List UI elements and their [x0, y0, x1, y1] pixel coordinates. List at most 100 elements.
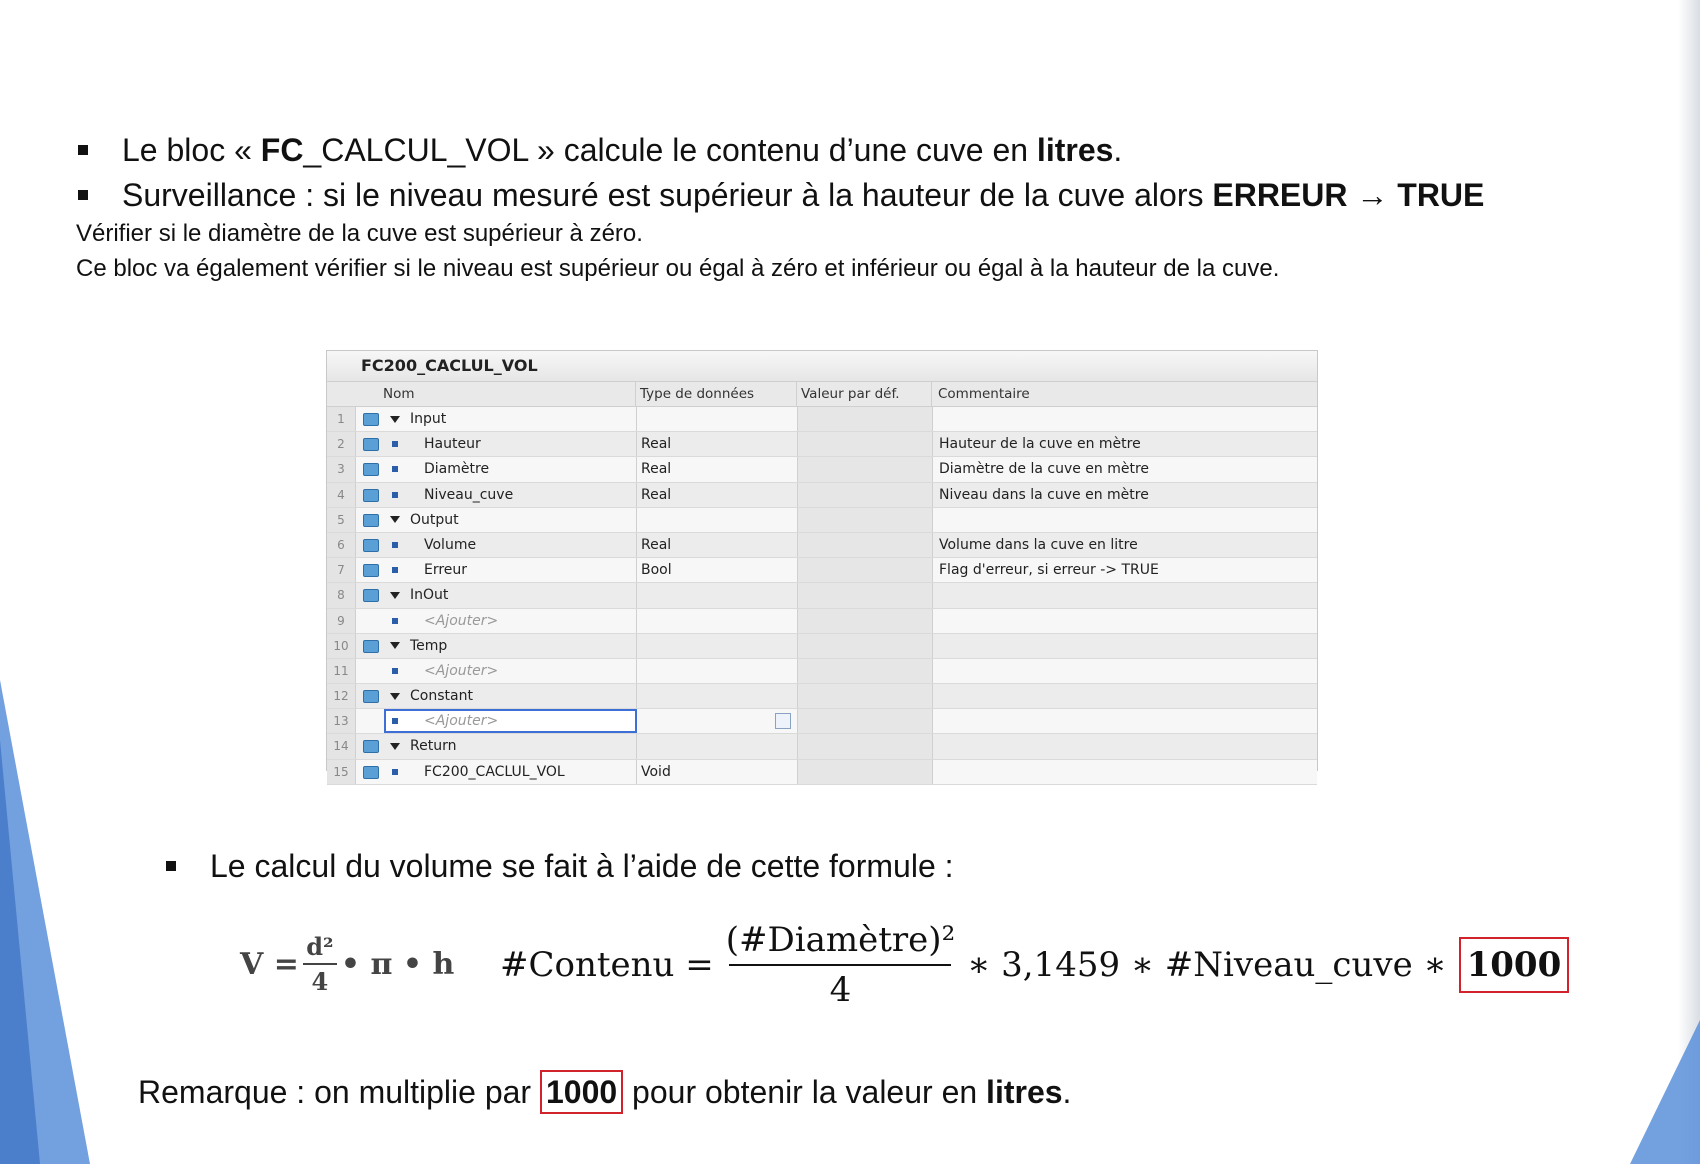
header-type[interactable]: Type de données — [636, 382, 797, 406]
expand-triangle-icon[interactable] — [390, 742, 400, 750]
cell-nom[interactable]: Output — [384, 507, 637, 532]
cell-type[interactable]: Real — [637, 482, 798, 507]
cell-commentaire[interactable] — [933, 407, 1317, 431]
cell-nom[interactable]: FC200_CACLUL_VOL — [384, 759, 637, 784]
row-number: 2 — [327, 432, 356, 457]
cell-valeur[interactable] — [798, 709, 933, 734]
cell-valeur[interactable] — [798, 759, 933, 784]
cell-commentaire[interactable]: Niveau dans la cuve en mètre — [933, 483, 1317, 507]
table-row[interactable]: 13 <Ajouter> — [327, 709, 1317, 735]
table-row[interactable]: 7 Erreur Bool Flag d'erreur, si erreur -> T… — [327, 558, 1317, 584]
highlighted-1000: 1000 — [1458, 937, 1570, 993]
table-row[interactable]: 5 Output — [327, 507, 1317, 533]
cell-type[interactable]: Real — [637, 532, 798, 558]
cell-type[interactable] — [637, 709, 798, 734]
cell-type[interactable] — [637, 608, 798, 633]
cell-commentaire[interactable] — [933, 734, 1317, 758]
cell-type[interactable] — [637, 633, 798, 658]
table-row[interactable]: 3 Diamètre Real Diamètre de la cuve en mètr… — [327, 457, 1317, 483]
header-nom[interactable]: Nom — [383, 382, 636, 406]
table-row[interactable]: 1 Input — [327, 407, 1317, 433]
cell-commentaire[interactable] — [933, 709, 1317, 733]
interface-icon — [363, 463, 379, 477]
cell-type[interactable] — [637, 734, 798, 759]
cell-nom[interactable]: Hauteur — [384, 432, 637, 457]
verify-level-text: Ce bloc va également vérifier si le nive… — [76, 255, 1280, 282]
cell-nom[interactable]: Diamètre — [384, 457, 637, 482]
cell-commentaire[interactable] — [933, 659, 1317, 683]
cell-commentaire[interactable] — [933, 634, 1317, 658]
cell-type[interactable]: Real — [637, 432, 798, 457]
expand-triangle-icon[interactable] — [390, 516, 400, 524]
cell-commentaire[interactable] — [933, 583, 1317, 607]
cell-type[interactable]: Void — [637, 759, 798, 784]
table-row[interactable]: 6 Volume Real Volume dans la cuve en litre — [327, 532, 1317, 559]
cell-nom[interactable]: Input — [384, 407, 637, 432]
cell-nom[interactable]: InOut — [384, 583, 637, 608]
header-commentaire[interactable]: Commentaire — [932, 382, 1317, 406]
cell-valeur[interactable] — [798, 658, 933, 684]
cell-nom[interactable]: Return — [384, 734, 637, 759]
cell-valeur[interactable] — [798, 558, 933, 583]
expand-triangle-icon[interactable] — [390, 591, 400, 599]
cell-commentaire[interactable] — [933, 609, 1317, 633]
cell-valeur[interactable] — [798, 482, 933, 507]
cell-commentaire[interactable]: Hauteur de la cuve en mètre — [933, 432, 1317, 456]
table-row[interactable]: 14 Return — [327, 734, 1317, 760]
table-header: Nom Type de données Valeur par déf. Comm… — [327, 382, 1317, 407]
text-segment: Le bloc « — [122, 132, 261, 168]
header-valeur[interactable]: Valeur par déf. — [797, 382, 932, 406]
cell-commentaire[interactable]: Diamètre de la cuve en mètre — [933, 457, 1317, 481]
cell-nom[interactable]: Constant — [384, 684, 637, 709]
cell-commentaire[interactable]: Flag d'erreur, si erreur -> TRUE — [933, 558, 1317, 582]
cell-nom[interactable]: Temp — [384, 633, 637, 658]
table-row[interactable]: 12 Constant — [327, 684, 1317, 710]
fraction-denominator: 4 — [311, 967, 329, 996]
cell-valeur[interactable] — [798, 532, 933, 558]
cell-type[interactable]: Bool — [637, 558, 798, 583]
cell-valeur[interactable] — [798, 583, 933, 608]
cell-nom[interactable]: Niveau_cuve — [384, 482, 637, 507]
cell-commentaire[interactable] — [933, 508, 1317, 532]
cell-valeur[interactable] — [798, 734, 933, 759]
table-row[interactable]: 8 InOut — [327, 583, 1317, 609]
row-number: 7 — [327, 558, 356, 583]
cell-valeur[interactable] — [798, 407, 933, 432]
cell-type[interactable]: Real — [637, 457, 798, 482]
table-row[interactable]: 2 Hauteur Real Hauteur de la cuve en mètre — [327, 432, 1317, 458]
table-row[interactable]: 4 Niveau_cuve Real Niveau dans la cuve en m… — [327, 482, 1317, 508]
cell-nom[interactable]: Erreur — [384, 558, 637, 583]
cell-valeur[interactable] — [798, 457, 933, 482]
cell-nom[interactable]: <Ajouter> — [384, 658, 637, 684]
cell-commentaire[interactable] — [933, 760, 1317, 784]
expand-triangle-icon[interactable] — [390, 692, 400, 700]
cell-type[interactable] — [637, 684, 798, 709]
table-row[interactable]: 15 FC200_CACLUL_VOL Void — [327, 759, 1317, 785]
cell-nom-text: Return — [410, 738, 457, 755]
expand-triangle-icon[interactable] — [390, 415, 400, 423]
fraction-bar — [302, 963, 337, 965]
cell-nom[interactable]: <Ajouter> — [384, 709, 637, 734]
cell-type[interactable] — [637, 507, 798, 532]
type-picker-icon[interactable] — [775, 713, 791, 730]
row-icon-cell — [356, 483, 384, 507]
cell-type[interactable] — [637, 407, 798, 432]
cell-commentaire[interactable]: Volume dans la cuve en litre — [933, 533, 1317, 557]
cell-valeur[interactable] — [798, 633, 933, 658]
row-icon-cell — [356, 634, 384, 658]
row-icon-cell — [356, 407, 384, 431]
cell-type[interactable] — [637, 658, 798, 684]
cell-valeur[interactable] — [798, 684, 933, 709]
cell-commentaire[interactable] — [933, 684, 1317, 708]
cell-valeur[interactable] — [798, 608, 933, 633]
cell-type[interactable] — [637, 583, 798, 608]
table-row[interactable]: 9 <Ajouter> — [327, 608, 1317, 634]
remark-text: Remarque : on multiplie par 1000 pour ob… — [138, 1070, 1071, 1114]
table-row[interactable]: 10 Temp — [327, 633, 1317, 659]
cell-valeur[interactable] — [798, 432, 933, 457]
cell-nom[interactable]: <Ajouter> — [384, 608, 637, 633]
expand-triangle-icon[interactable] — [390, 642, 400, 650]
cell-valeur[interactable] — [798, 507, 933, 532]
cell-nom[interactable]: Volume — [384, 532, 637, 558]
table-row[interactable]: 11 <Ajouter> — [327, 658, 1317, 685]
